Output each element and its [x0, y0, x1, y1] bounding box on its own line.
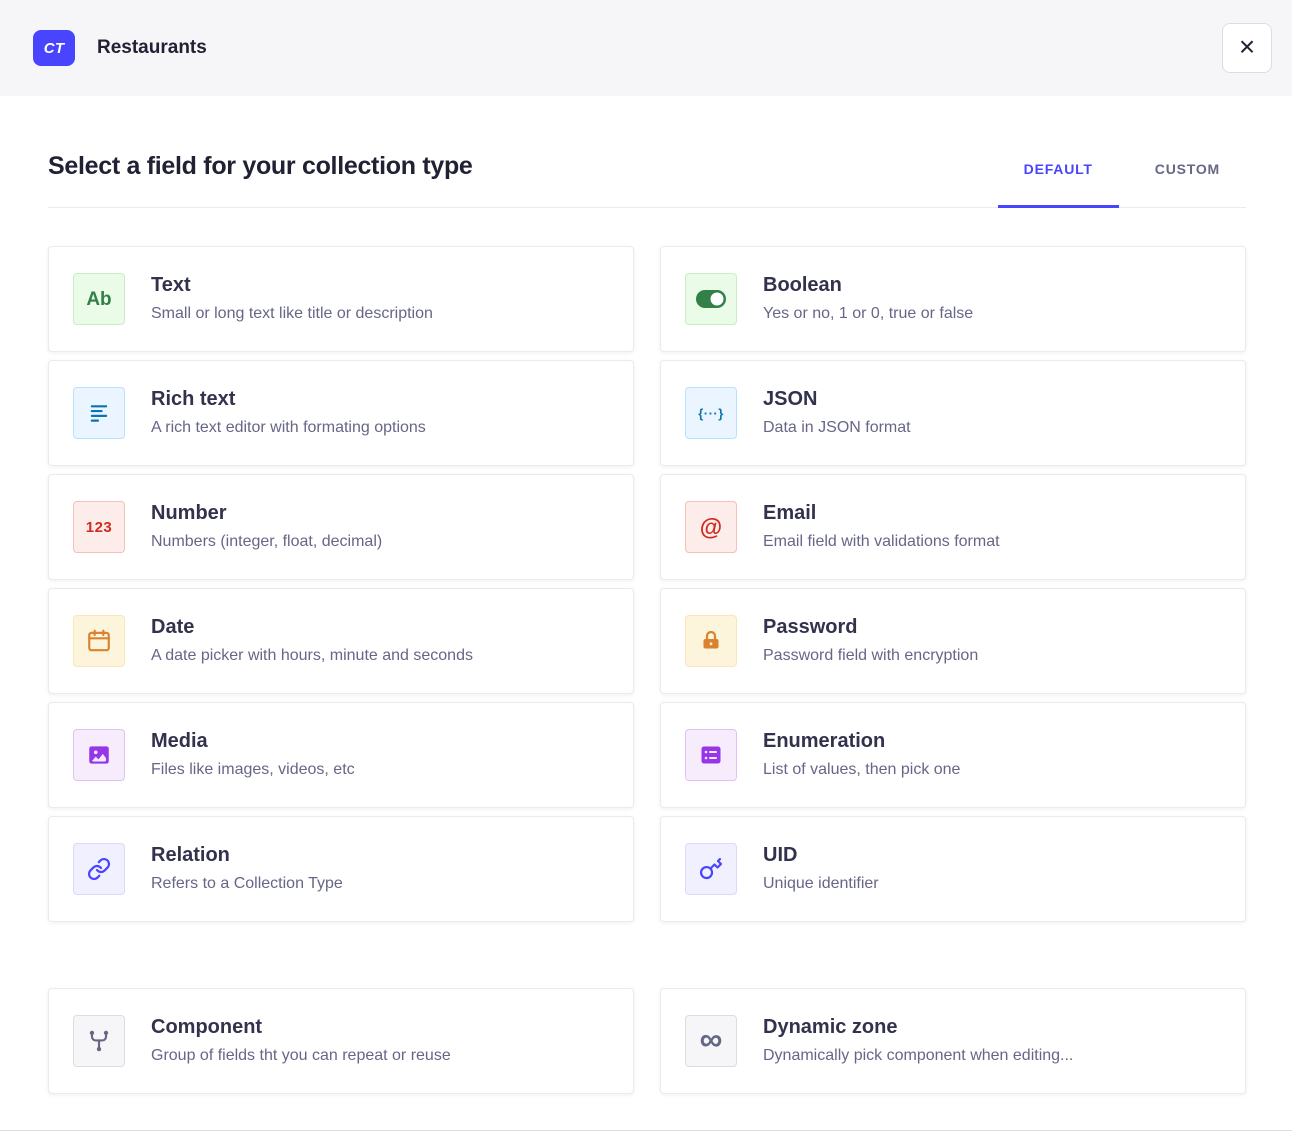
field-card-password[interactable]: Password Password field with encryption	[660, 588, 1246, 694]
field-description: Group of fields tht you can repeat or re…	[151, 1046, 451, 1065]
email-icon: @	[685, 501, 737, 553]
field-title: Rich text	[151, 388, 426, 411]
field-description: Dynamically pick component when editing.…	[763, 1046, 1073, 1065]
field-card-text: Email Email field with validations format	[763, 502, 1000, 551]
field-title: Password	[763, 616, 978, 639]
field-card-text: Enumeration List of values, then pick one	[763, 730, 960, 779]
tabs: DEFAULT CUSTOM	[998, 161, 1246, 207]
field-card-text[interactable]: Ab Text Small or long text like title or d…	[48, 246, 634, 352]
number-icon-glyph: 123	[86, 520, 113, 535]
number-icon: 123	[73, 501, 125, 553]
field-card-email[interactable]: @ Email Email field with validations forma…	[660, 474, 1246, 580]
field-card-text: Number Numbers (integer, float, decimal)	[151, 502, 382, 551]
modal-body: Select a field for your collection type …	[0, 96, 1292, 1136]
component-icon	[73, 1015, 125, 1067]
field-description: A date picker with hours, minute and sec…	[151, 646, 473, 665]
field-description: Yes or no, 1 or 0, true or false	[763, 304, 973, 323]
field-title: Relation	[151, 844, 343, 867]
field-title: UID	[763, 844, 879, 867]
media-icon	[73, 729, 125, 781]
tab-default[interactable]: DEFAULT	[998, 161, 1119, 207]
text-icon: Ab	[73, 273, 125, 325]
field-card-text: UID Unique identifier	[763, 844, 879, 893]
close-icon: ×	[1239, 33, 1255, 61]
field-title: Date	[151, 616, 473, 639]
relation-icon	[73, 843, 125, 895]
field-description: Numbers (integer, float, decimal)	[151, 532, 382, 551]
uid-icon	[685, 843, 737, 895]
field-card-richtext[interactable]: Rich text A rich text editor with formati…	[48, 360, 634, 466]
field-description: Email field with validations format	[763, 532, 1000, 551]
text-icon-glyph: Ab	[86, 290, 111, 309]
field-description: Small or long text like title or descrip…	[151, 304, 433, 323]
field-description: Refers to a Collection Type	[151, 874, 343, 893]
field-card-relation[interactable]: Relation Refers to a Collection Type	[48, 816, 634, 922]
field-card-dynamiczone[interactable]: ∞ Dynamic zone Dynamically pick component …	[660, 988, 1246, 1094]
section-title: Select a field for your collection type	[48, 151, 473, 181]
field-description: Unique identifier	[763, 874, 879, 893]
collection-type-badge: CT	[33, 30, 75, 66]
boolean-icon	[685, 273, 737, 325]
field-card-component[interactable]: Component Group of fields tht you can rep…	[48, 988, 634, 1094]
field-title: Component	[151, 1016, 451, 1039]
password-icon	[685, 615, 737, 667]
field-card-text: Relation Refers to a Collection Type	[151, 844, 343, 893]
modal-title: Restaurants	[97, 37, 207, 59]
default-fields-grid: Ab Text Small or long text like title or d…	[48, 246, 1246, 922]
field-card-text: Media Files like images, videos, etc	[151, 730, 355, 779]
email-icon-glyph: @	[700, 516, 722, 539]
field-title: Enumeration	[763, 730, 960, 753]
field-card-text: Component Group of fields tht you can rep…	[151, 1016, 451, 1065]
extra-fields-grid: Component Group of fields tht you can rep…	[48, 988, 1246, 1094]
dynamic-zone-icon-glyph: ∞	[700, 1023, 723, 1055]
field-title: Number	[151, 502, 382, 525]
json-icon-glyph: {···}	[698, 407, 724, 420]
field-description: A rich text editor with formating option…	[151, 418, 426, 437]
footer-divider	[0, 1130, 1292, 1136]
field-card-text: Boolean Yes or no, 1 or 0, true or false	[763, 274, 973, 323]
field-card-media[interactable]: Media Files like images, videos, etc	[48, 702, 634, 808]
field-card-date[interactable]: Date A date picker with hours, minute and…	[48, 588, 634, 694]
richtext-icon	[73, 387, 125, 439]
field-card-text: JSON Data in JSON format	[763, 388, 911, 437]
field-card-number[interactable]: 123 Number Numbers (integer, float, decima…	[48, 474, 634, 580]
field-description: Data in JSON format	[763, 418, 911, 437]
field-card-boolean[interactable]: Boolean Yes or no, 1 or 0, true or false	[660, 246, 1246, 352]
field-card-enumeration[interactable]: Enumeration List of values, then pick one	[660, 702, 1246, 808]
body-top: Select a field for your collection type …	[48, 151, 1246, 207]
field-card-json[interactable]: {···} JSON Data in JSON format	[660, 360, 1246, 466]
date-icon	[73, 615, 125, 667]
field-card-uid[interactable]: UID Unique identifier	[660, 816, 1246, 922]
field-description: List of values, then pick one	[763, 760, 960, 779]
field-card-text: Rich text A rich text editor with formati…	[151, 388, 426, 437]
field-title: Email	[763, 502, 1000, 525]
close-button[interactable]: ×	[1222, 23, 1272, 73]
field-title: JSON	[763, 388, 911, 411]
field-description: Files like images, videos, etc	[151, 760, 355, 779]
field-title: Text	[151, 274, 433, 297]
field-card-text: Text Small or long text like title or des…	[151, 274, 433, 323]
json-icon: {···}	[685, 387, 737, 439]
field-card-text: Password Password field with encryption	[763, 616, 978, 665]
field-card-text: Date A date picker with hours, minute and…	[151, 616, 473, 665]
field-type-modal: CT Restaurants × Select a field for your…	[0, 0, 1292, 1136]
field-title: Boolean	[763, 274, 973, 297]
field-title: Dynamic zone	[763, 1016, 1073, 1039]
modal-header-left: CT Restaurants	[33, 30, 207, 66]
field-title: Media	[151, 730, 355, 753]
modal-header: CT Restaurants ×	[0, 0, 1292, 96]
dynamic-zone-icon: ∞	[685, 1015, 737, 1067]
field-card-text: Dynamic zone Dynamically pick component w…	[763, 1016, 1073, 1065]
field-description: Password field with encryption	[763, 646, 978, 665]
enumeration-icon	[685, 729, 737, 781]
tab-custom[interactable]: CUSTOM	[1129, 161, 1246, 207]
